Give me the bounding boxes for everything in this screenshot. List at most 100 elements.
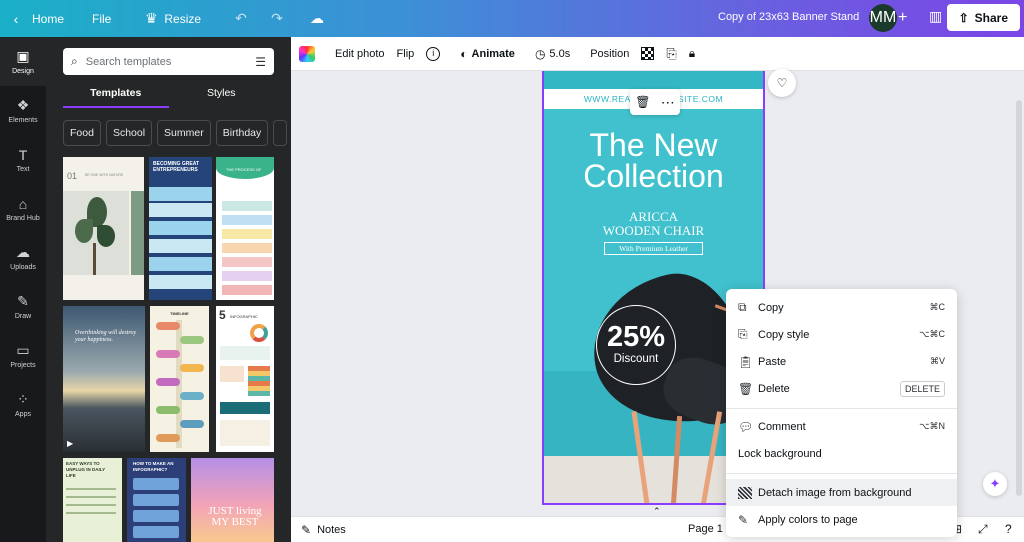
crown-icon: ♛ <box>145 10 158 26</box>
filter-icon[interactable]: ☰ <box>255 55 266 69</box>
flip-button[interactable]: Flip <box>391 37 421 71</box>
rail-item-brand-hub[interactable]: ⌂ Brand Hub <box>0 184 46 233</box>
rail-label: Draw <box>14 313 32 320</box>
template-title: HOW TO MAKE AN INFOGRAPHIC? <box>133 461 174 472</box>
animate-button[interactable]: ◐ Animate <box>454 37 521 71</box>
magic-assistant-button[interactable]: ✦ <box>983 472 1007 496</box>
rail-label: Design <box>12 68 34 75</box>
palette-icon: ✎ <box>738 512 749 527</box>
tab-templates[interactable]: Templates <box>63 83 169 108</box>
position-button[interactable]: Position <box>584 37 635 71</box>
apps-icon: ⁘ <box>17 391 29 407</box>
menu-label: Comment <box>758 420 806 433</box>
template-thumbnail[interactable]: TIMELINE <box>150 306 209 452</box>
chip-more[interactable] <box>273 120 288 146</box>
template-number: 5 <box>219 308 226 322</box>
template-thumbnail[interactable]: EASY WAYS TO UNPLUG IN DAILY LIFE <box>63 458 122 542</box>
info-button[interactable]: i <box>420 37 446 71</box>
help-icon[interactable]: ? <box>1005 522 1012 536</box>
template-number: 01 <box>67 171 78 181</box>
notes-icon: ✎ <box>301 523 312 537</box>
avatar[interactable]: MM <box>869 4 897 32</box>
panel-tabs: Templates Styles <box>63 83 274 108</box>
rail-item-text[interactable]: T Text <box>0 135 46 184</box>
home-label: Home <box>32 11 65 26</box>
add-comment-button[interactable]: ♡ <box>768 69 796 97</box>
fullscreen-icon[interactable]: ⤢ <box>978 522 988 537</box>
document-title[interactable]: Copy of 23x63 Banner Stand <box>718 11 859 23</box>
menu-item-apply-colors[interactable]: ✎ Apply colors to page <box>726 506 957 533</box>
draw-icon: ✎ <box>17 293 29 309</box>
chevron-up-icon[interactable]: ⌃ <box>653 506 661 517</box>
template-thumbnail[interactable]: HOW TO MAKE AN INFOGRAPHIC? <box>127 458 186 542</box>
menu-item-lock-background[interactable]: Lock background <box>726 440 957 467</box>
chip-birthday[interactable]: Birthday <box>215 120 269 146</box>
text-icon: T <box>18 146 28 163</box>
tab-styles[interactable]: Styles <box>169 83 275 108</box>
sparkle-icon: ✦ <box>989 476 1001 491</box>
resize-button[interactable]: ♛ Resize <box>133 0 211 37</box>
redo-button[interactable]: ↷ <box>259 0 295 37</box>
menu-label: Detach image from background <box>758 486 912 499</box>
template-thumbnail[interactable]: JUST living MY BEST <box>191 458 274 542</box>
add-collaborator-icon[interactable]: + <box>898 9 907 27</box>
rail-item-apps[interactable]: ⁘ Apps <box>0 380 46 429</box>
template-title: BECOMING GREAT ENTREPRENEURS <box>153 161 200 173</box>
shortcut-label: ⌘V <box>929 356 945 366</box>
menu-item-comment[interactable]: 💬︎ Comment ⌥⌘N <box>726 413 957 440</box>
menu-item-delete[interactable]: 🗑︎ Delete DELETE <box>726 375 957 402</box>
detach-image-icon <box>738 486 752 499</box>
rail-item-elements[interactable]: ❖ Elements <box>0 86 46 135</box>
shortcut-label: ⌥⌘C <box>919 329 945 339</box>
page-indicator[interactable]: Page 1 / <box>688 523 729 535</box>
template-thumbnail[interactable]: THE PROCESS OF <box>216 157 274 300</box>
comment-icon: 💬︎ <box>738 419 754 434</box>
animate-label: Animate <box>471 47 515 60</box>
color-picker-button[interactable] <box>291 37 321 71</box>
elements-icon: ❖ <box>16 97 30 113</box>
chevron-left-icon: ‹ <box>13 10 19 27</box>
template-thumbnail[interactable]: 01 BE ONE WITH NATURE <box>63 157 144 300</box>
projects-icon: ▭ <box>16 342 30 358</box>
menu-label: Copy <box>758 301 784 314</box>
animate-icon: ◐ <box>460 46 468 61</box>
edit-photo-button[interactable]: Edit photo <box>329 37 391 71</box>
share-button[interactable]: ⇧ Share <box>946 4 1020 31</box>
file-menu[interactable]: File <box>82 0 121 37</box>
trash-icon: 🗑︎ <box>738 381 754 396</box>
chip-summer[interactable]: Summer <box>157 120 211 146</box>
rail-item-draw[interactable]: ✎ Draw <box>0 282 46 331</box>
lock-button[interactable]: 🔒︎ <box>683 37 701 71</box>
context-menu: ⧉ Copy ⌘C ⎘ Copy style ⌥⌘C 📋︎ Paste ⌘V 🗑… <box>726 289 957 537</box>
chip-food[interactable]: Food <box>63 120 101 146</box>
share-icon: ⇧ <box>958 10 969 25</box>
template-thumbnail[interactable]: BECOMING GREAT ENTREPRENEURS <box>149 157 212 300</box>
home-button[interactable]: ‹ Home <box>0 0 74 37</box>
template-thumbnail[interactable]: Overthinking will destroy your happiness… <box>63 306 145 452</box>
duration-button[interactable]: ◷ 5.0s <box>529 37 576 71</box>
menu-item-copy-style[interactable]: ⎘ Copy style ⌥⌘C <box>726 321 957 348</box>
undo-button[interactable]: ↶ <box>223 0 259 37</box>
rail-item-projects[interactable]: ▭ Projects <box>0 331 46 380</box>
rail-item-design[interactable]: ▣ Design <box>0 37 46 86</box>
menu-item-copy[interactable]: ⧉ Copy ⌘C <box>726 294 957 321</box>
paint-format-button[interactable]: ⎘ <box>660 37 682 71</box>
comment-plus-icon: ♡ <box>776 76 788 90</box>
rail-label: Uploads <box>10 264 36 271</box>
menu-label: Delete <box>758 382 790 395</box>
analytics-icon[interactable]: ▥ <box>929 8 942 25</box>
chip-school[interactable]: School <box>105 120 153 146</box>
rail-item-uploads[interactable]: ☁ Uploads <box>0 233 46 282</box>
search-templates-field[interactable]: ⌕ Search templates ☰ <box>63 48 274 75</box>
canvas-scrollbar[interactable] <box>1016 100 1022 496</box>
menu-item-detach-image[interactable]: Detach image from background <box>726 479 957 506</box>
lock-icon: 🔒︎ <box>688 46 696 60</box>
undo-icon: ↶ <box>235 10 247 26</box>
template-thumbnail[interactable]: 5 INFOGRAPHIC <box>216 306 274 452</box>
cloud-save-button[interactable]: ☁ <box>299 0 335 37</box>
menu-item-paste[interactable]: 📋︎ Paste ⌘V <box>726 348 957 375</box>
menu-label: Copy style <box>758 328 810 341</box>
transparency-button[interactable] <box>635 37 660 71</box>
notes-button[interactable]: ✎ Notes <box>301 523 346 537</box>
duration-label: 5.0s <box>549 47 571 60</box>
